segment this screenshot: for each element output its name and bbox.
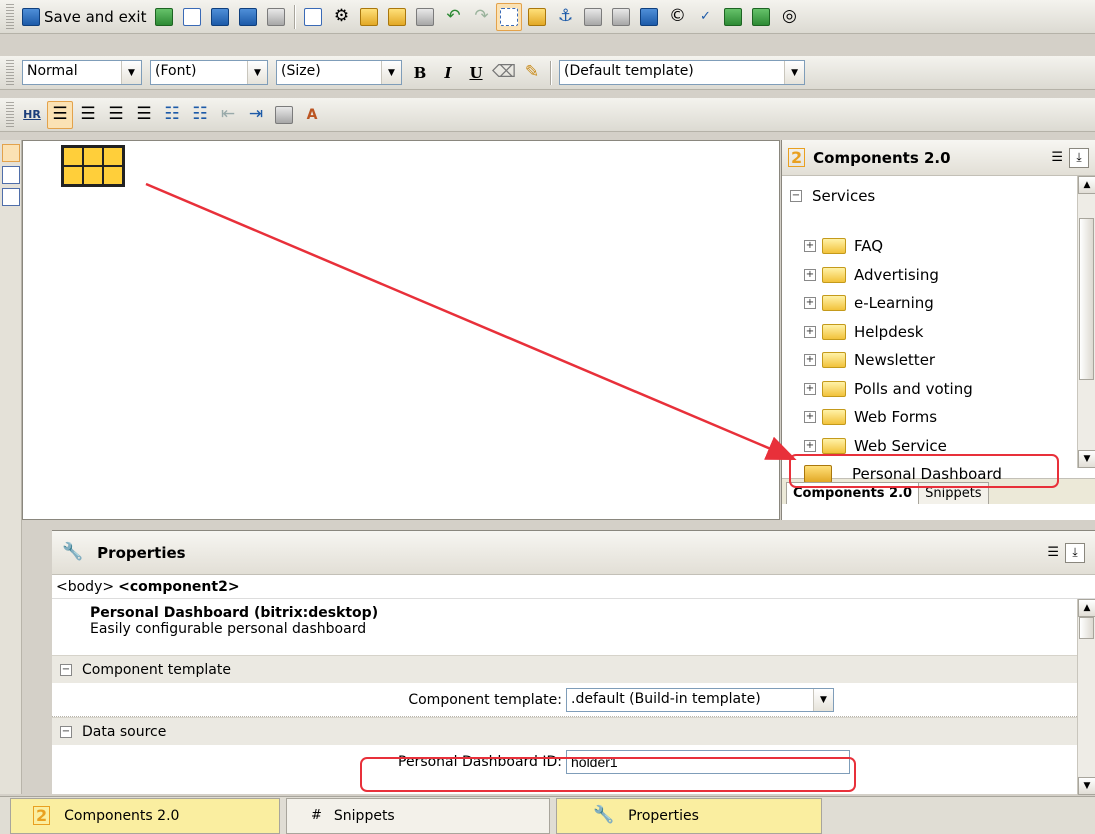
annotation-arrow <box>145 182 797 460</box>
arrow-line <box>145 182 797 460</box>
